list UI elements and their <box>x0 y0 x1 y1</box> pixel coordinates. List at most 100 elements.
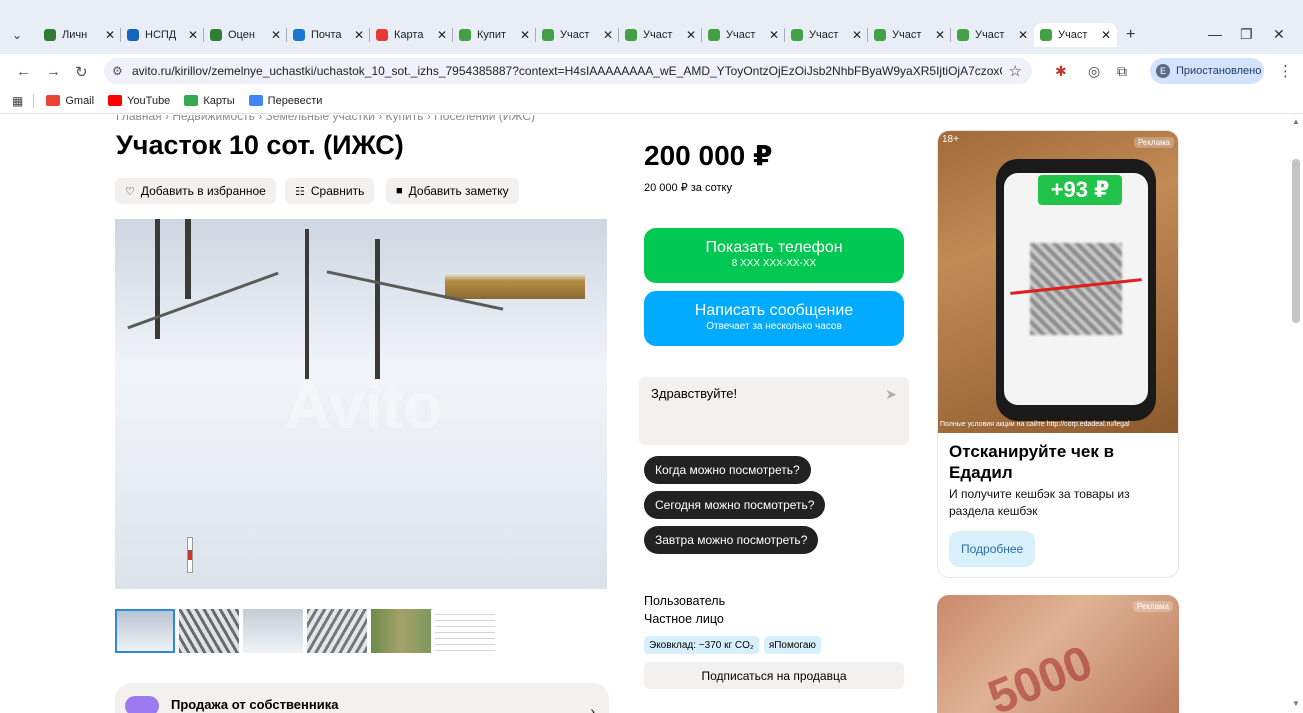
ad-banner[interactable]: +93 ₽ 18+ Реклама Полные условия акции н… <box>937 130 1179 578</box>
ad-more-button[interactable]: Подробнее <box>949 531 1036 567</box>
new-tab-button[interactable]: + <box>1126 26 1135 44</box>
tab-close-icon[interactable]: ✕ <box>354 28 364 42</box>
scrollbar-thumb[interactable] <box>1292 159 1300 323</box>
tab-close-icon[interactable]: ✕ <box>1018 28 1028 42</box>
tab-label: Участ <box>726 29 756 41</box>
tab-close-icon[interactable]: ✕ <box>105 28 115 42</box>
profile-paused-button[interactable]: E Приостановлено <box>1150 58 1264 84</box>
minimize-icon[interactable]: — <box>1208 26 1222 42</box>
browser-tab[interactable]: Купит ✕ <box>453 23 536 47</box>
tab-favicon-icon <box>708 29 720 41</box>
bookmark-label: Gmail <box>65 94 95 107</box>
tab-close-icon[interactable]: ✕ <box>603 28 613 42</box>
bookmark-item[interactable]: YouTube <box>108 95 170 107</box>
tab-close-icon[interactable]: ✕ <box>271 28 281 42</box>
tab-close-icon[interactable]: ✕ <box>437 28 447 42</box>
price: 200 000 ₽ <box>644 140 773 171</box>
screenshot-icon[interactable]: ◎ <box>1088 63 1100 80</box>
tab-favicon-icon <box>293 29 305 41</box>
page-scrollbar[interactable]: ▲ ▼ <box>1289 115 1303 713</box>
browser-tab[interactable]: Участ ✕ <box>868 23 951 47</box>
tab-close-icon[interactable]: ✕ <box>769 28 779 42</box>
restore-icon[interactable]: ❐ <box>1240 26 1253 43</box>
tab-label: Почта <box>311 29 342 41</box>
omnibox[interactable]: ⚙ avito.ru/kirillov/zemelnye_uchastki/uc… <box>104 58 1032 84</box>
tab-favicon-icon <box>625 29 637 41</box>
browser-tab[interactable]: Карта ✕ <box>370 23 453 47</box>
seller-name[interactable]: Пользователь <box>644 592 725 610</box>
apps-grid-icon[interactable]: ▦ <box>12 94 23 108</box>
tab-close-icon[interactable]: ✕ <box>520 28 530 42</box>
quick-question-3[interactable]: Завтра можно посмотреть? <box>644 526 819 554</box>
browser-tab[interactable]: Участ ✕ <box>951 23 1034 47</box>
main-photo[interactable]: Avito <box>115 219 607 589</box>
photo-tree <box>155 219 160 339</box>
quick-question-1[interactable]: Когда можно посмотреть? <box>644 456 811 484</box>
ad-title[interactable]: Отсканируйте чек в Едадил <box>949 441 1171 483</box>
eco-tag[interactable]: Эковклад: −370 кг CO₂ <box>644 636 759 654</box>
bookmark-label: Перевести <box>267 94 323 107</box>
send-message-label: Написать сообщение <box>694 302 854 319</box>
thumbnail-6-document[interactable] <box>435 609 495 653</box>
page-title: Участок 10 сот. (ИЖС) <box>116 130 404 160</box>
tab-close-icon[interactable]: ✕ <box>935 28 945 42</box>
browser-tab[interactable]: Участ ✕ <box>1034 23 1117 47</box>
tab-close-icon[interactable]: ✕ <box>852 28 862 42</box>
thumbnail-5-map[interactable] <box>371 609 431 653</box>
thumbnail-1[interactable] <box>115 609 175 653</box>
bookmark-item[interactable]: Карты <box>184 95 235 107</box>
back-icon[interactable]: ← <box>16 63 31 80</box>
bookmark-star-icon[interactable]: ☆ <box>1009 62 1022 80</box>
scroll-down-icon[interactable]: ▼ <box>1292 699 1300 708</box>
send-message-button[interactable]: Написать сообщение Отвечает за несколько… <box>644 291 904 346</box>
quick-question-2[interactable]: Сегодня можно посмотреть? <box>644 491 826 519</box>
breadcrumb[interactable]: Главная › Недвижимость › Земельные участ… <box>116 115 535 123</box>
profile-status: Приостановлено <box>1176 65 1262 77</box>
forward-icon[interactable]: → <box>46 63 61 80</box>
cashback-amount: +93 ₽ <box>1038 175 1122 205</box>
bookmark-item[interactable]: Gmail <box>46 95 94 107</box>
browser-menu-icon[interactable]: ⋮ <box>1278 62 1293 80</box>
browser-tab[interactable]: Участ ✕ <box>702 23 785 47</box>
close-window-icon[interactable]: ✕ <box>1273 26 1285 43</box>
compare-button[interactable]: ☷ Сравнить <box>285 178 375 204</box>
tab-close-icon[interactable]: ✕ <box>1101 28 1111 42</box>
site-info-icon[interactable]: ⚙ <box>112 64 123 78</box>
thumbnail-3[interactable] <box>243 609 303 653</box>
url-text[interactable]: avito.ru/kirillov/zemelnye_uchastki/ucha… <box>132 64 1002 78</box>
tab-favicon-icon <box>874 29 886 41</box>
thumbnail-4[interactable] <box>307 609 367 653</box>
ad-label-2[interactable]: Реклама <box>1132 601 1173 612</box>
ad-banner-2[interactable]: Реклама 5000 <box>937 595 1179 713</box>
bookmark-icon <box>184 95 199 106</box>
extension-icon[interactable]: ✱ <box>1055 63 1067 80</box>
browser-tab[interactable]: Участ ✕ <box>785 23 868 47</box>
seller-type-card[interactable]: Продажа от собственника › <box>115 683 609 713</box>
reload-icon[interactable]: ↻ <box>75 63 88 81</box>
show-phone-button[interactable]: Показать телефон 8 XXX XXX-XX-XX <box>644 228 904 283</box>
tab-favicon-icon <box>44 29 56 41</box>
tab-search-icon[interactable]: ⌄ <box>8 28 26 44</box>
tab-close-icon[interactable]: ✕ <box>188 28 198 42</box>
photo-marker-pole <box>187 537 193 573</box>
browser-tab[interactable]: Участ ✕ <box>536 23 619 47</box>
add-favorite-button[interactable]: ♡ Добавить в избранное <box>115 178 276 204</box>
subscribe-seller-button[interactable]: Подписаться на продавца <box>644 662 904 689</box>
tab-close-icon[interactable]: ✕ <box>686 28 696 42</box>
browser-tab[interactable]: Личн ✕ <box>38 23 121 47</box>
help-tag[interactable]: яПомогаю <box>763 636 821 654</box>
tab-favicon-icon <box>127 29 139 41</box>
add-note-button[interactable]: ■ Добавить заметку <box>386 178 519 204</box>
browser-tab[interactable]: НСПД ✕ <box>121 23 204 47</box>
browser-tab[interactable]: Оцен ✕ <box>204 23 287 47</box>
extensions-puzzle-icon[interactable]: ⧉ <box>1117 63 1127 80</box>
ad-label[interactable]: Реклама <box>1133 137 1174 148</box>
quick-message-input[interactable]: Здравствуйте! ➤ <box>639 377 909 445</box>
send-icon[interactable]: ➤ <box>885 386 897 403</box>
bookmark-item[interactable]: Перевести <box>248 94 323 107</box>
message-text[interactable]: Здравствуйте! <box>651 386 737 401</box>
thumbnail-2[interactable] <box>179 609 239 653</box>
browser-tab[interactable]: Участ ✕ <box>619 23 702 47</box>
scroll-up-icon[interactable]: ▲ <box>1292 117 1300 126</box>
browser-tab[interactable]: Почта ✕ <box>287 23 370 47</box>
